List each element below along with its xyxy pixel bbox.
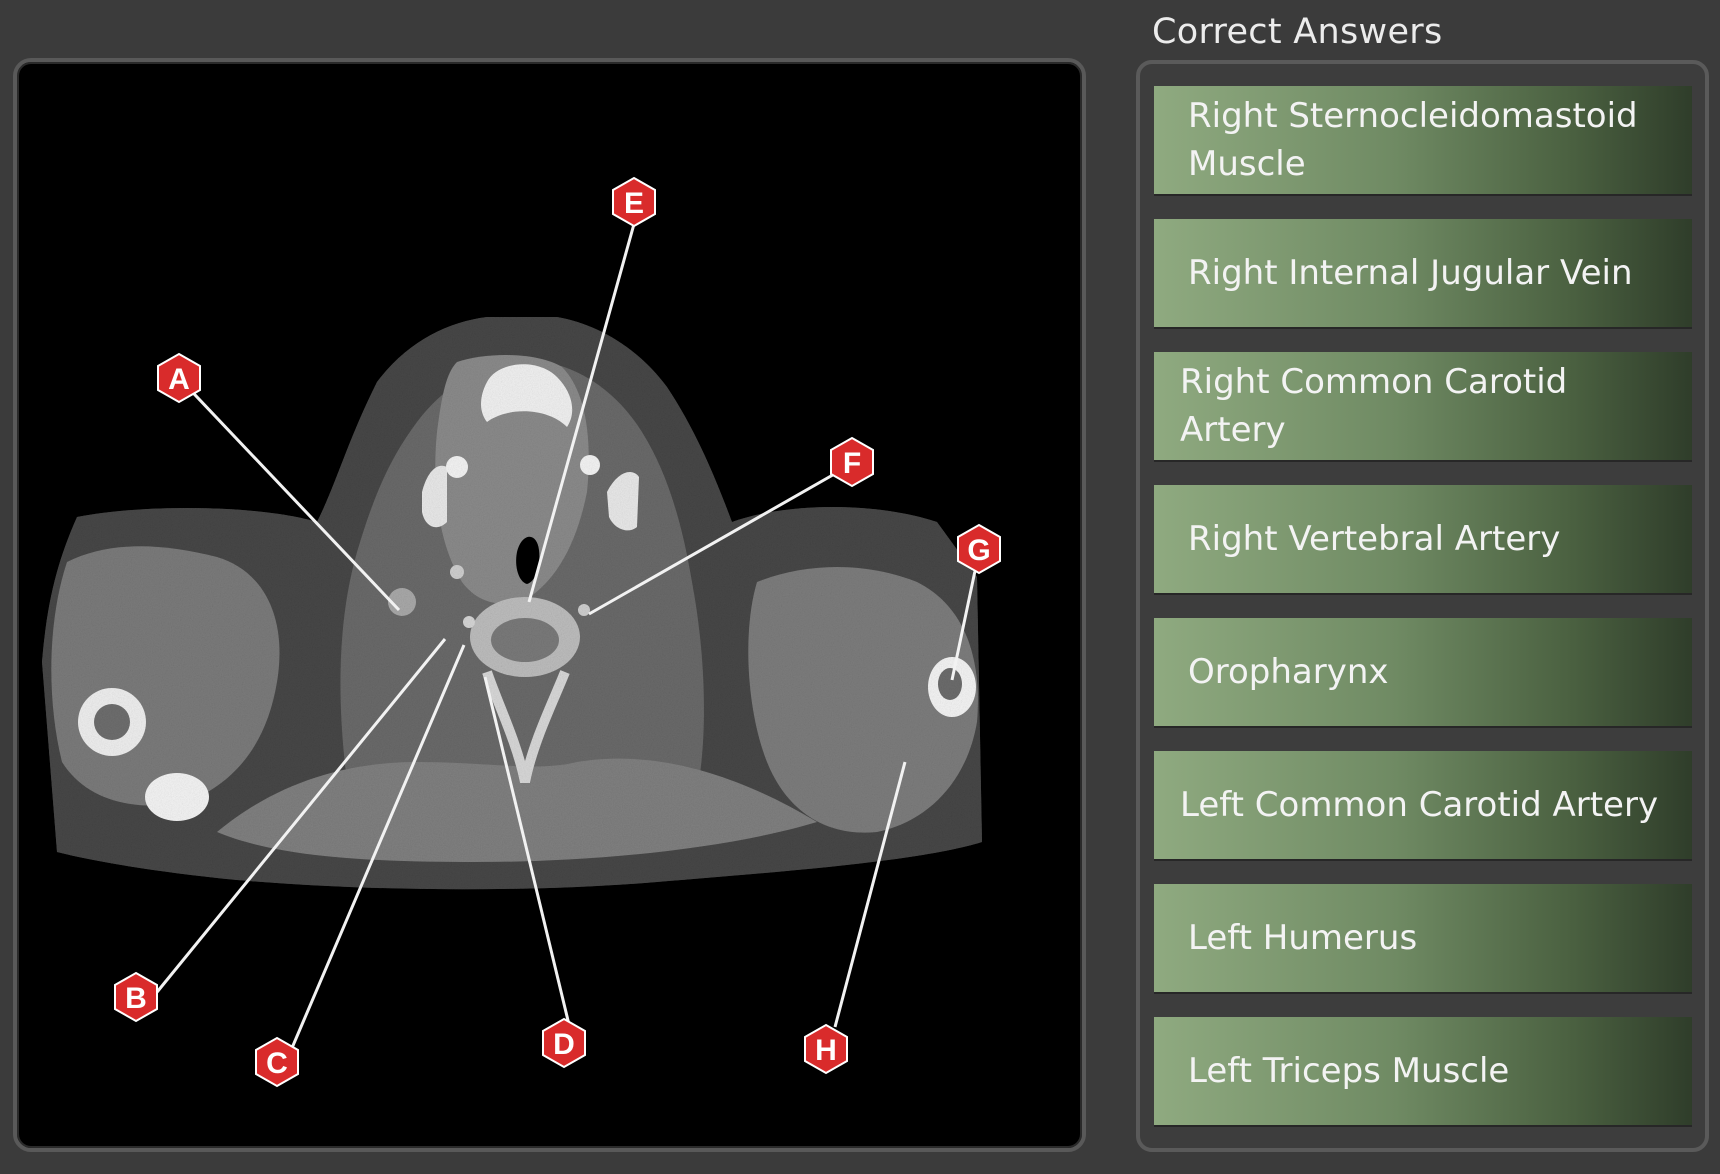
answer-item[interactable]: Right Common Carotid Artery xyxy=(1154,352,1692,460)
answer-item[interactable]: Left Common Carotid Artery xyxy=(1154,751,1692,859)
marker-b-label: B xyxy=(125,982,147,1015)
answer-item[interactable]: Right Sternocleidomastoid Muscle xyxy=(1154,86,1692,194)
answer-item[interactable]: Left Triceps Muscle xyxy=(1154,1017,1692,1125)
answer-item[interactable]: Oropharynx xyxy=(1154,618,1692,726)
marker-g-label: G xyxy=(967,534,990,567)
ct-image-frame: A B C D E F G H xyxy=(13,58,1086,1152)
marker-h-label: H xyxy=(815,1034,837,1067)
answer-list: Right Sternocleidomastoid Muscle Right I… xyxy=(1154,86,1692,1150)
marker-b[interactable]: B xyxy=(114,971,158,1023)
ct-scan-image: A B C D E F G H xyxy=(42,176,1001,1088)
marker-e-label: E xyxy=(624,187,644,220)
answer-item[interactable]: Right Internal Jugular Vein xyxy=(1154,219,1692,327)
panel-title: Correct Answers xyxy=(1152,12,1443,52)
marker-c-label: C xyxy=(266,1047,288,1080)
marker-a-label: A xyxy=(168,363,190,396)
marker-f-label: F xyxy=(843,447,861,480)
marker-f[interactable]: F xyxy=(830,436,874,488)
answer-item[interactable]: Left Humerus xyxy=(1154,884,1692,992)
marker-d-label: D xyxy=(553,1028,575,1061)
marker-d[interactable]: D xyxy=(542,1017,586,1069)
marker-e[interactable]: E xyxy=(612,176,656,228)
answers-panel: Right Sternocleidomastoid Muscle Right I… xyxy=(1136,60,1709,1152)
quiz-screen: A B C D E F G H Correct Answers Right St… xyxy=(0,0,1720,1174)
answer-item[interactable]: Right Vertebral Artery xyxy=(1154,485,1692,593)
marker-h[interactable]: H xyxy=(804,1023,848,1075)
